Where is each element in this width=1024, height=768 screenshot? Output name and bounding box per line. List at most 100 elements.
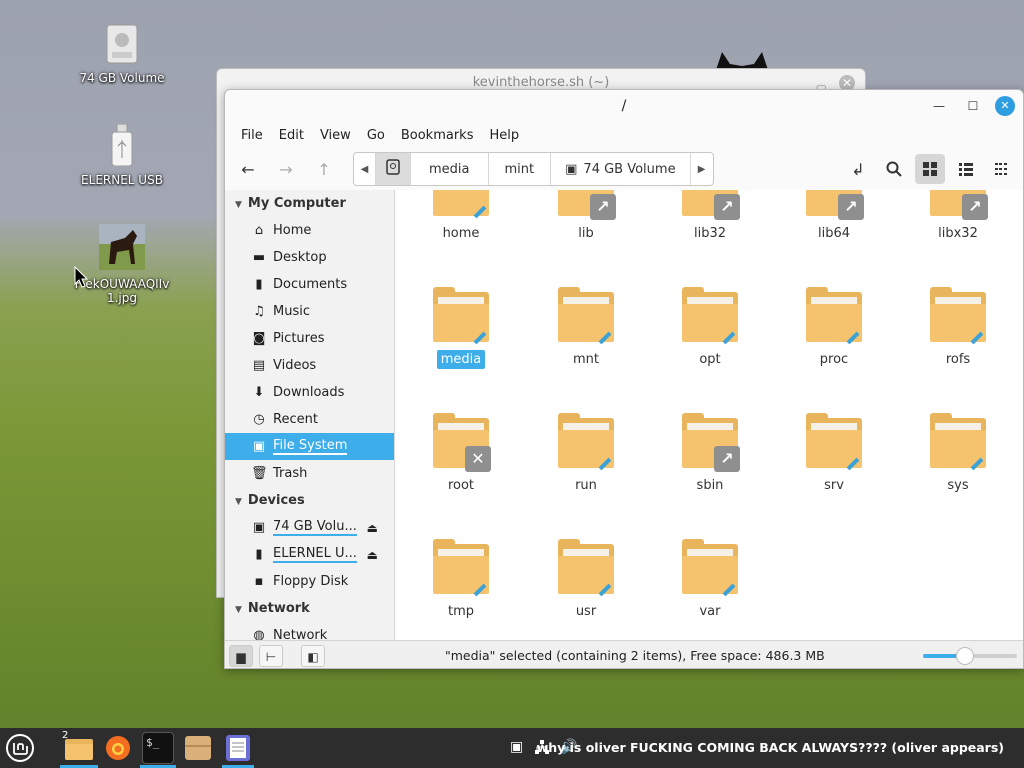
text-editor-icon	[226, 735, 250, 761]
file-item-sbin[interactable]: ↗ sbin	[655, 413, 765, 493]
taskbar-archive-button[interactable]	[182, 732, 214, 764]
desktop-icon-usb[interactable]: ELERNEL USB	[67, 123, 177, 187]
file-item-sys[interactable]: sys	[903, 413, 1013, 493]
sidebar-item-downloads[interactable]: ⬇ Downloads	[225, 379, 394, 406]
file-item-usr[interactable]: usr	[531, 539, 641, 619]
path-segment-media[interactable]: media	[411, 153, 489, 185]
sidebar-item-label: Documents	[273, 277, 348, 292]
list-view-icon[interactable]	[951, 154, 981, 184]
sidebar-item-recent[interactable]: ◷ Recent	[225, 406, 394, 433]
close-icon[interactable]: ✕	[995, 96, 1015, 116]
toolbar: ← → ↑ ◀ media mint ▣ 74 GB Volume ▶ ↲	[225, 148, 1023, 190]
path-segment-volume-label: 74 GB Volume	[583, 161, 676, 177]
menu-help[interactable]: Help	[481, 128, 527, 143]
window-title: /	[621, 98, 627, 114]
menu-edit[interactable]: Edit	[271, 128, 312, 143]
file-name: proc	[819, 352, 849, 367]
toggle-location-entry-icon[interactable]: ↲	[843, 154, 873, 184]
folder-icon: ↗	[682, 190, 740, 220]
folder-icon	[558, 539, 614, 597]
sidebar-item-pictures[interactable]: ◙ Pictures	[225, 325, 394, 352]
file-item-home[interactable]: home	[406, 190, 516, 241]
sidebar-section-network[interactable]: ▼ Network	[225, 595, 394, 622]
compact-view-icon[interactable]	[987, 154, 1017, 184]
file-name: mnt	[573, 352, 599, 367]
sidebar-item-file-system[interactable]: ▣ File System	[225, 433, 394, 460]
desktop-icon-image[interactable]: F ekOUWAAQIIv 1.jpg	[67, 224, 177, 305]
file-item-tmp[interactable]: tmp	[406, 539, 516, 619]
file-item-srv[interactable]: srv	[779, 413, 889, 493]
path-scroll-left-icon[interactable]: ◀	[354, 153, 376, 185]
eject-icon[interactable]: ⏏	[367, 548, 378, 562]
sidebar-item-trash[interactable]: 🗑 Trash	[225, 460, 394, 487]
file-item-run[interactable]: run	[531, 413, 641, 493]
desktop-icon-volume[interactable]: 74 GB Volume	[67, 24, 177, 85]
show-places-icon[interactable]: ▆	[229, 645, 253, 667]
sidebar-item-music[interactable]: ♫ Music	[225, 298, 394, 325]
drive-icon: ▣	[252, 439, 266, 454]
up-arrow-icon[interactable]: ↑	[309, 154, 339, 184]
status-text: "media" selected (containing 2 items), F…	[445, 648, 825, 663]
forward-arrow-icon[interactable]: →	[271, 154, 301, 184]
sidebar-item-74gb-volume[interactable]: ▣ 74 GB Volu... ⏏	[225, 514, 394, 541]
sidebar-item-label: Desktop	[273, 250, 327, 265]
symlink-arrow-icon: ↗	[714, 194, 740, 220]
sidebar-item-floppy-disk[interactable]: ▪ Floppy Disk	[225, 568, 394, 595]
menu-go[interactable]: Go	[359, 128, 393, 143]
back-arrow-icon[interactable]: ←	[233, 154, 263, 184]
file-item-lib32[interactable]: ↗ lib32	[655, 190, 765, 241]
path-root-button[interactable]	[376, 153, 411, 185]
notification-text[interactable]: why is oliver FUCKING COMING BACK ALWAYS…	[537, 740, 1004, 755]
hide-sidebar-icon[interactable]: ◧	[301, 645, 325, 667]
sidebar-item-videos[interactable]: ▤ Videos	[225, 352, 394, 379]
search-icon[interactable]	[879, 154, 909, 184]
file-item-rofs[interactable]: rofs	[903, 287, 1013, 367]
title-bar[interactable]: / — ☐ ✕	[225, 90, 1023, 122]
clipboard-icon[interactable]: ▣	[510, 739, 523, 755]
maximize-icon[interactable]: ☐	[963, 96, 983, 116]
taskbar-firefox-button[interactable]	[102, 732, 134, 764]
path-scroll-right-icon[interactable]: ▶	[691, 153, 713, 185]
file-item-lib[interactable]: ↗ lib	[531, 190, 641, 241]
sidebar-section-title: My Computer	[247, 196, 346, 211]
file-item-var[interactable]: var	[655, 539, 765, 619]
zoom-slider-handle[interactable]	[956, 647, 975, 665]
sidebar-item-desktop[interactable]: ▬ Desktop	[225, 244, 394, 271]
file-item-lib64[interactable]: ↗ lib64	[779, 190, 889, 241]
taskbar-text-editor-button[interactable]	[222, 732, 254, 764]
zoom-slider[interactable]	[923, 647, 1017, 665]
sidebar-section-my-computer[interactable]: ▼ My Computer	[225, 190, 394, 217]
sidebar-item-home[interactable]: ⌂ Home	[225, 217, 394, 244]
sidebar-item-network[interactable]: ◍ Network	[225, 622, 394, 640]
folder-icon: ↗	[558, 190, 616, 220]
menu-file[interactable]: File	[233, 128, 271, 143]
camera-icon: ◙	[252, 331, 266, 346]
file-item-media[interactable]: media	[406, 287, 516, 369]
no-access-icon: ✕	[465, 446, 491, 472]
file-item-libx32[interactable]: ↗ libx32	[903, 190, 1013, 241]
eject-icon[interactable]: ⏏	[367, 521, 378, 535]
mint-menu-icon[interactable]	[4, 732, 36, 764]
file-item-proc[interactable]: proc	[779, 287, 889, 367]
show-treeview-icon[interactable]: ⊢	[259, 645, 283, 667]
sidebar-item-label: Videos	[273, 358, 317, 373]
folder-icon	[930, 287, 986, 345]
path-segment-mint[interactable]: mint	[489, 153, 552, 185]
folder-icon	[682, 539, 738, 597]
taskbar-terminal-button[interactable]: $_	[142, 732, 174, 764]
icon-view-icon[interactable]	[915, 154, 945, 184]
file-item-mnt[interactable]: mnt	[531, 287, 641, 367]
sidebar-item-documents[interactable]: ▮ Documents	[225, 271, 394, 298]
menu-bookmarks[interactable]: Bookmarks	[393, 128, 482, 143]
minimize-icon[interactable]: —	[929, 96, 949, 116]
file-name: home	[442, 226, 480, 241]
file-item-opt[interactable]: opt	[655, 287, 765, 367]
file-view[interactable]: home ↗ lib ↗ lib32 ↗ lib64 ↗ libx32 media mnt opt pr…	[396, 190, 1023, 640]
sidebar-item-elernel-usb[interactable]: ▮ ELERNEL U... ⏏	[225, 541, 394, 568]
file-manager-window[interactable]: / — ☐ ✕ File Edit View Go Bookmarks Help…	[224, 89, 1024, 669]
sidebar-section-devices[interactable]: ▼ Devices	[225, 487, 394, 514]
taskbar-files-button[interactable]: 2	[60, 730, 98, 764]
menu-view[interactable]: View	[312, 128, 359, 143]
file-item-root[interactable]: ✕ root	[406, 413, 516, 493]
path-segment-volume[interactable]: ▣ 74 GB Volume	[551, 153, 691, 185]
